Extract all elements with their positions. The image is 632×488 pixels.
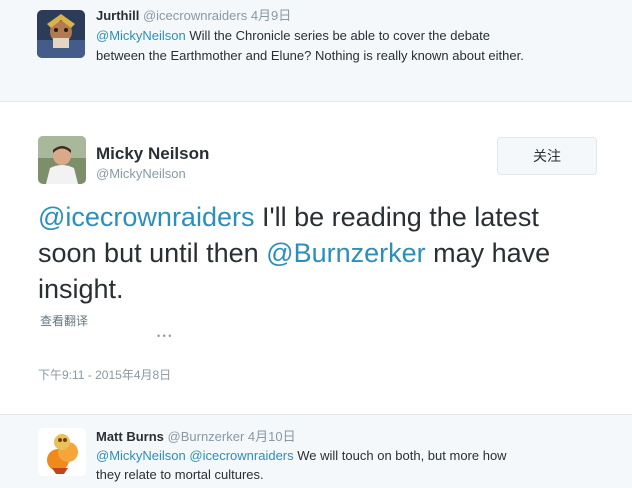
reply-above-header: Jurthill @icecrownraiders 4月9日 [96,7,291,25]
translate-link[interactable]: 查看翻译 [40,312,88,329]
reply-above-text-line2: between the Earthmother and Elune? Nothi… [96,48,524,63]
follow-button[interactable]: 关注 [497,137,597,175]
reply-below-card[interactable]: Matt Burns @Burnzerker 4月10日 @MickyNeils… [0,414,632,488]
reply-above-date[interactable]: 4月9日 [251,8,291,23]
reply-above-name[interactable]: Jurthill [96,8,139,23]
reply-below-header: Matt Burns @Burnzerker 4月10日 [96,428,296,446]
main-mention-icecrownraiders[interactable]: @icecrownraiders [38,202,254,232]
reply-above-mention[interactable]: @MickyNeilson [96,28,186,43]
reply-below-text-part: We will touch on both, but more how [293,448,507,463]
main-mention-burnzerker[interactable]: @Burnzerker [266,238,425,268]
reply-below-text-line2: they relate to mortal cultures. [96,467,264,482]
reply-above-card[interactable]: Jurthill @icecrownraiders 4月9日 @MickyNei… [0,0,632,102]
reply-above-text-line1: @MickyNeilson Will the Chronicle series … [96,27,490,45]
reply-below-name[interactable]: Matt Burns [96,429,164,444]
main-author-name[interactable]: Micky Neilson [96,144,209,164]
reply-below-handle[interactable]: @Burnzerker [168,429,245,444]
micky-neilson-avatar[interactable] [38,136,86,184]
reply-above-text-part: Will the Chronicle series be able to cov… [185,28,490,43]
reply-below-mention-icecrownraiders[interactable]: @icecrownraiders [189,448,293,463]
reply-below-text-line1: @MickyNeilson @icecrownraiders We will t… [96,447,507,465]
main-tweet-text: @icecrownraiders I'll be reading the lat… [38,199,598,307]
jurthill-avatar[interactable] [37,10,85,58]
reply-below-date[interactable]: 4月10日 [248,429,296,444]
reply-below-mention-mickyneilson[interactable]: @MickyNeilson [96,448,186,463]
more-dots-icon[interactable]: • • • [157,331,171,341]
reply-above-handle[interactable]: @icecrownraiders [143,8,247,23]
main-author-handle[interactable]: @MickyNeilson [96,166,186,181]
matt-burns-avatar[interactable] [38,428,86,476]
tweet-timestamp[interactable]: 下午9:11 - 2015年4月8日 [38,366,171,383]
